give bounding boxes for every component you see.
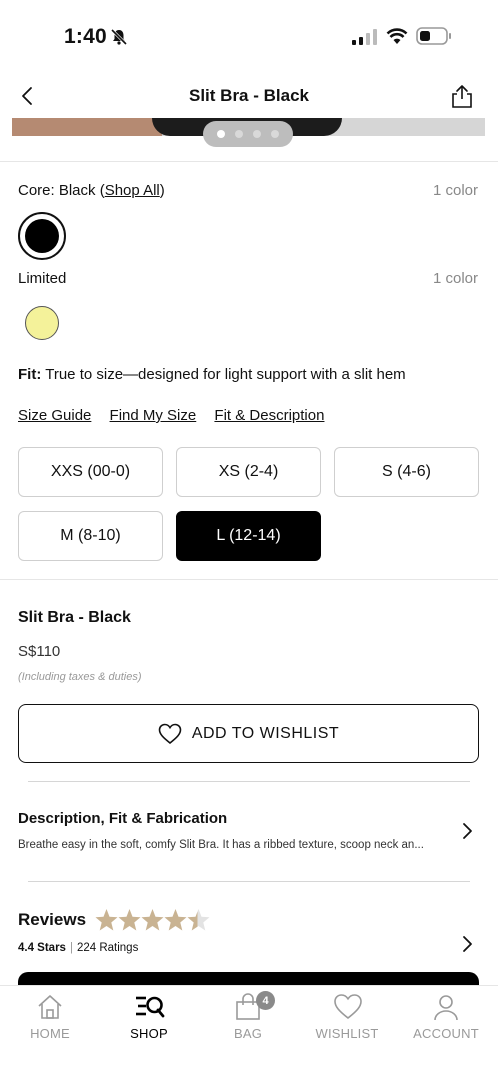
size-option-s[interactable]: S (4-6): [334, 447, 479, 497]
carousel-dot[interactable]: [217, 130, 225, 138]
shop-all-link[interactable]: Shop All: [105, 182, 160, 199]
carousel-dot[interactable]: [253, 130, 261, 138]
limited-color-label: Limited: [18, 270, 67, 287]
core-color-label: Core: Black (Shop All): [18, 182, 165, 199]
signal-icon: [352, 29, 377, 45]
share-icon[interactable]: [448, 82, 476, 110]
size-option-xxs[interactable]: XXS (00-0): [18, 447, 163, 497]
description-title: Description, Fit & Fabrication: [18, 810, 228, 827]
color-swatch-black[interactable]: [18, 212, 66, 260]
tab-home[interactable]: HOME: [0, 986, 100, 1046]
limited-color-count: 1 color: [432, 270, 478, 287]
heart-icon: [334, 994, 362, 1020]
product-name: Slit Bra - Black: [18, 609, 131, 626]
bell-muted-icon: [110, 28, 128, 46]
shop-icon: [136, 996, 165, 1018]
stars-icon: [95, 909, 210, 931]
status-bar: 1:40: [0, 0, 498, 70]
divider: [28, 881, 470, 882]
battery-icon: [416, 27, 451, 45]
account-icon: [434, 995, 458, 1021]
chevron-right-icon: [463, 936, 472, 952]
chevron-right-icon: [463, 823, 472, 839]
fit-info: Fit: True to size—designed for light sup…: [18, 366, 406, 383]
rating-value: 4.4 Stars: [18, 942, 66, 954]
heart-icon: [158, 723, 182, 744]
divider: [28, 781, 470, 782]
size-option-xs[interactable]: XS (2-4): [176, 447, 321, 497]
tab-shop[interactable]: SHOP: [99, 986, 199, 1046]
wishlist-button-label: ADD TO WISHLIST: [191, 724, 340, 742]
bottom-tab-bar: HOME SHOP 4 BAG WISHLIST ACCOUNT: [0, 985, 498, 1080]
product-price: S$110: [18, 643, 61, 660]
reviews-summary: 4.4 Stars | 224 Ratings: [18, 942, 139, 954]
bag-count-badge: 4: [256, 991, 275, 1010]
carousel-dot[interactable]: [271, 130, 279, 138]
size-option-m[interactable]: M (8-10): [18, 511, 163, 561]
nav-header: Slit Bra - Black: [0, 70, 498, 122]
carousel-indicator[interactable]: [203, 121, 293, 147]
description-text: Breathe easy in the soft, comfy Slit Bra…: [18, 839, 424, 851]
wifi-icon: [386, 28, 408, 44]
reviews-title: Reviews: [18, 910, 87, 929]
add-to-wishlist-button[interactable]: ADD TO WISHLIST: [18, 704, 479, 763]
tab-account[interactable]: ACCOUNT: [396, 986, 496, 1046]
size-guide-link[interactable]: Size Guide: [18, 407, 91, 424]
star-rating: [95, 907, 211, 933]
page-title: Slit Bra - Black: [189, 86, 309, 105]
color-swatch-yellow[interactable]: [25, 306, 59, 340]
status-time: 1:40: [64, 25, 107, 48]
core-color-count: 1 color: [432, 182, 478, 199]
tab-bag[interactable]: 4 BAG: [198, 986, 298, 1046]
home-icon: [38, 995, 62, 1019]
size-links: Size Guide Find My Size Fit & Descriptio…: [18, 407, 338, 424]
ratings-count: 224 Ratings: [76, 942, 139, 954]
divider: [0, 579, 498, 580]
carousel-dot[interactable]: [235, 130, 243, 138]
size-option-l[interactable]: L (12-14): [176, 511, 321, 561]
divider: [0, 161, 498, 162]
tax-note: (Including taxes & duties): [18, 671, 142, 683]
fit-description-link[interactable]: Fit & Description: [214, 407, 324, 424]
find-my-size-link[interactable]: Find My Size: [110, 407, 197, 424]
tab-wishlist[interactable]: WISHLIST: [297, 986, 397, 1046]
